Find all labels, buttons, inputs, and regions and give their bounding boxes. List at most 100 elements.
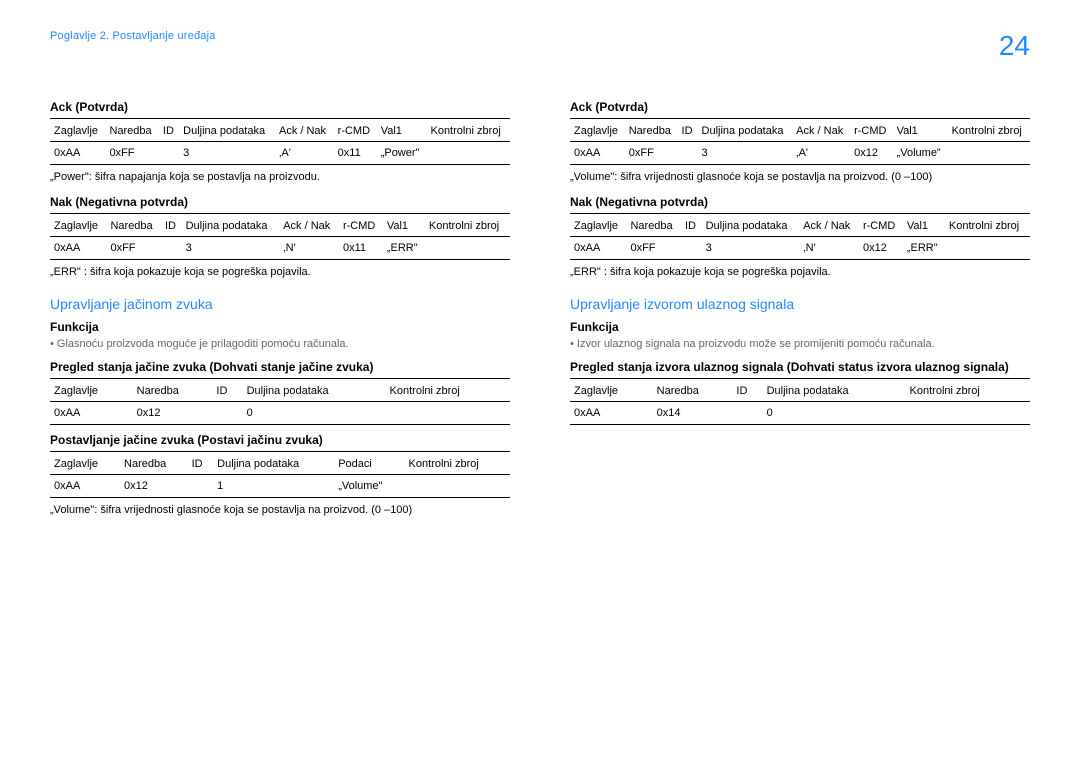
th: Ack / Nak — [792, 119, 850, 142]
th: ID — [732, 379, 762, 402]
th: Naredba — [120, 452, 188, 475]
th: Kontrolni zbroj — [405, 452, 510, 475]
th: Duljina podataka — [179, 119, 275, 142]
th: Naredba — [626, 214, 680, 237]
td — [188, 475, 214, 498]
th: Ack / Nak — [279, 214, 339, 237]
page-number: 24 — [999, 30, 1030, 62]
td: 0xAA — [50, 142, 105, 165]
th: Kontrolni zbroj — [386, 379, 510, 402]
section-title: Upravljanje jačinom zvuka — [50, 296, 510, 312]
th: Naredba — [133, 379, 213, 402]
set-table: Zaglavlje Naredba ID Duljina podataka Po… — [50, 451, 510, 498]
header: Poglavlje 2. Postavljanje uređaja 24 — [50, 30, 1030, 62]
td: 0x12 — [850, 142, 892, 165]
th: Kontrolni zbroj — [948, 119, 1030, 142]
th: Kontrolni zbroj — [425, 214, 510, 237]
th: Naredba — [106, 214, 160, 237]
td: 0x12 — [120, 475, 188, 498]
th: ID — [159, 119, 179, 142]
td: 0xFF — [626, 237, 680, 260]
th: r-CMD — [339, 214, 383, 237]
get-title: Pregled stanja izvora ulaznog signala (D… — [570, 360, 1030, 374]
nak-table: Zaglavlje Naredba ID Duljina podataka Ac… — [570, 213, 1030, 260]
td — [212, 402, 242, 425]
td: ‚A' — [792, 142, 850, 165]
td: 0x11 — [339, 237, 383, 260]
columns: Ack (Potvrda) Zaglavlje Naredba ID Dulji… — [50, 92, 1030, 528]
td — [159, 142, 179, 165]
th: Duljina podataka — [702, 214, 800, 237]
th: Zaglavlje — [50, 119, 105, 142]
get-title: Pregled stanja jačine zvuka (Dohvati sta… — [50, 360, 510, 374]
th: ID — [161, 214, 182, 237]
nak-table: Zaglavlje Naredba ID Duljina podataka Ac… — [50, 213, 510, 260]
th: ID — [188, 452, 214, 475]
td: 0xFF — [106, 237, 160, 260]
td: ‚A' — [275, 142, 334, 165]
th: Val1 — [377, 119, 427, 142]
td: „ERR" — [383, 237, 425, 260]
td: 0x12 — [859, 237, 903, 260]
td — [681, 237, 702, 260]
td: 0xAA — [50, 475, 120, 498]
chapter-label: Poglavlje 2. Postavljanje uređaja — [50, 30, 216, 42]
page: Poglavlje 2. Postavljanje uređaja 24 Ack… — [0, 0, 1080, 763]
td: „Volume" — [893, 142, 948, 165]
funk-bullet: Izvor ulaznog signala na proizvodu može … — [570, 338, 1030, 350]
set-title: Postavljanje jačine zvuka (Postavi jačin… — [50, 433, 510, 447]
td — [945, 237, 1030, 260]
td: 0 — [243, 402, 386, 425]
th: Duljina podataka — [213, 452, 334, 475]
ack-title: Ack (Potvrda) — [50, 100, 510, 114]
td — [405, 475, 510, 498]
td — [948, 142, 1030, 165]
td: 3 — [179, 142, 275, 165]
td: 0x12 — [133, 402, 213, 425]
ack-title: Ack (Potvrda) — [570, 100, 1030, 114]
nak-note: „ERR" : šifra koja pokazuje koja se pogr… — [50, 266, 510, 278]
th: r-CMD — [859, 214, 903, 237]
funk-bullet: Glasnoću proizvoda moguće je prilagoditi… — [50, 338, 510, 350]
ack-note: „Volume": šifra vrijednosti glasnoće koj… — [570, 171, 1030, 183]
th: Duljina podataka — [243, 379, 386, 402]
th: Val1 — [893, 119, 948, 142]
th: Zaglavlje — [50, 379, 133, 402]
th: Duljina podataka — [698, 119, 793, 142]
nak-title: Nak (Negativna potvrda) — [570, 195, 1030, 209]
td — [386, 402, 510, 425]
th: Naredba — [653, 379, 733, 402]
th: Ack / Nak — [799, 214, 859, 237]
th: Val1 — [903, 214, 945, 237]
get-table: Zaglavlje Naredba ID Duljina podataka Ko… — [570, 378, 1030, 425]
th: Zaglavlje — [50, 214, 106, 237]
td: 0xFF — [105, 142, 158, 165]
th: Kontrolni zbroj — [906, 379, 1030, 402]
th: Podaci — [334, 452, 404, 475]
get-table: Zaglavlje Naredba ID Duljina podataka Ko… — [50, 378, 510, 425]
td — [678, 142, 698, 165]
td: 3 — [698, 142, 793, 165]
ack-note: „Power": šifra napajanja koja se postavl… — [50, 171, 510, 183]
td: 3 — [182, 237, 280, 260]
funk-title: Funkcija — [50, 320, 510, 334]
nak-note: „ERR" : šifra koja pokazuje koja se pogr… — [570, 266, 1030, 278]
right-column: Ack (Potvrda) Zaglavlje Naredba ID Dulji… — [570, 92, 1030, 528]
funk-title: Funkcija — [570, 320, 1030, 334]
td — [732, 402, 762, 425]
th: Kontrolni zbroj — [945, 214, 1030, 237]
td: ‚N' — [279, 237, 339, 260]
th: Zaglavlje — [50, 452, 120, 475]
th: r-CMD — [850, 119, 892, 142]
th: ID — [212, 379, 242, 402]
td: 0xAA — [50, 237, 106, 260]
td: 0x11 — [334, 142, 377, 165]
th: Duljina podataka — [182, 214, 280, 237]
td: 3 — [702, 237, 800, 260]
th: Kontrolni zbroj — [426, 119, 510, 142]
th: Duljina podataka — [763, 379, 906, 402]
td: 0xAA — [570, 402, 653, 425]
td: 0 — [763, 402, 906, 425]
ack-table: Zaglavlje Naredba ID Duljina podataka Ac… — [50, 118, 510, 165]
th: Naredba — [625, 119, 678, 142]
